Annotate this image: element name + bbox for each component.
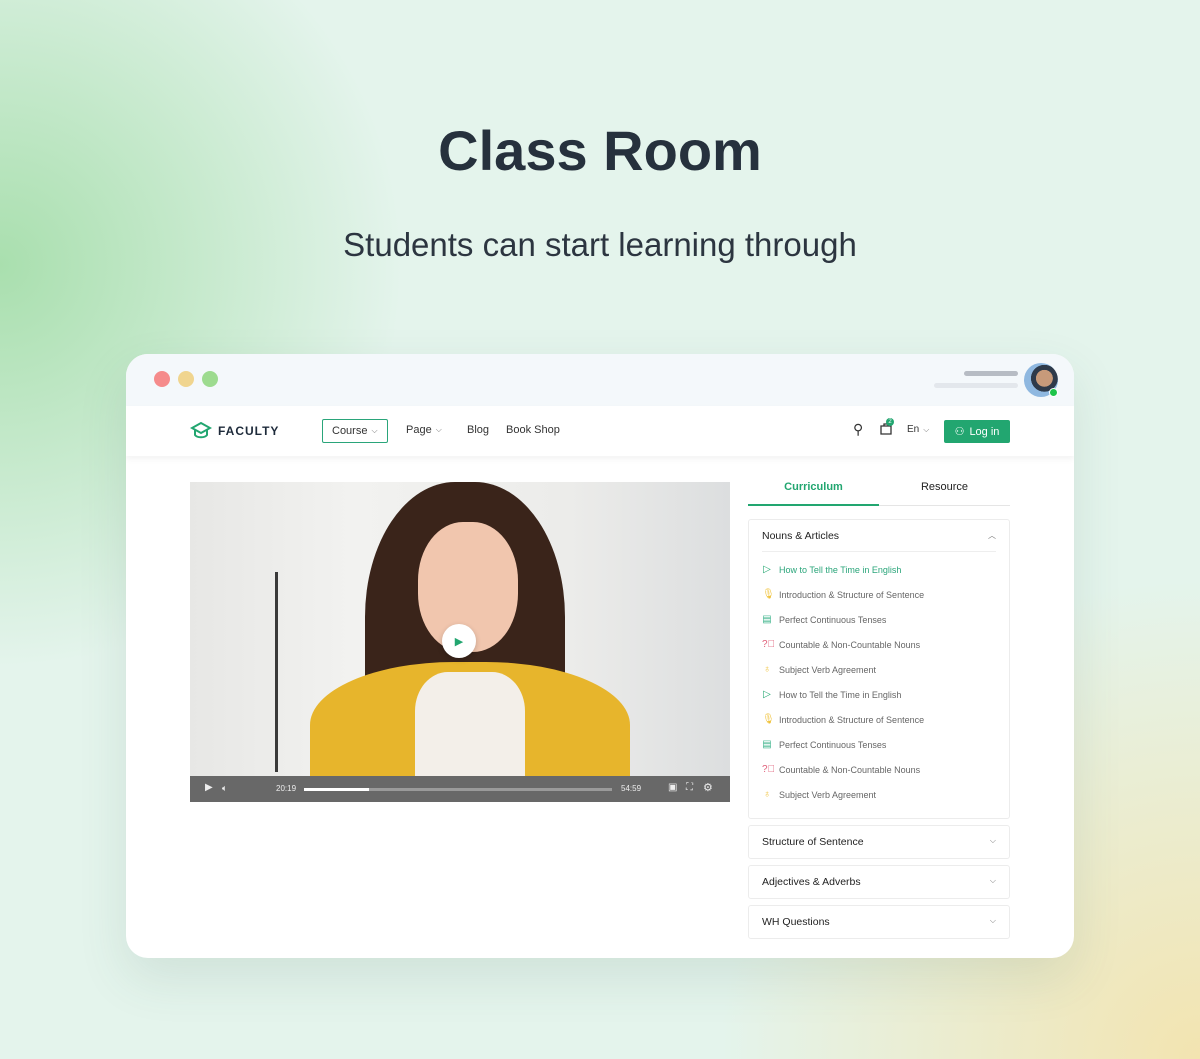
placeholder-bar xyxy=(934,383,1018,388)
video-player[interactable]: ▶ ▶ 🔈︎ 20:19 54:59 ▣ ⛶ ⚙ xyxy=(190,482,730,802)
language-label: En xyxy=(907,424,920,435)
minimize-window-dot[interactable] xyxy=(178,371,194,387)
lesson-item[interactable]: ▤ Perfect Continuous Tenses xyxy=(749,732,1009,757)
microphone-icon: 🎙︎ xyxy=(762,589,775,600)
section-title: Nouns & Articles xyxy=(762,530,840,542)
lesson-item[interactable]: ▤ Perfect Continuous Tenses xyxy=(749,607,1009,632)
nav-page-label: Page xyxy=(406,424,432,436)
cart-badge: 2 xyxy=(886,418,894,426)
lesson-item[interactable]: 🎙︎ Introduction & Structure of Sentence xyxy=(749,582,1009,607)
section-header[interactable]: Nouns & Articles ︿ xyxy=(762,520,996,552)
play-icon: ▷ xyxy=(763,564,771,575)
logo[interactable]: FACULTY xyxy=(190,421,279,441)
lesson-item[interactable]: 🎙︎ Introduction & Structure of Sentence xyxy=(749,707,1009,732)
navbar: FACULTY Course ⌵ Page ⌵ Blog Book Shop ⚲ 2… xyxy=(126,406,1074,456)
chevron-down-icon: ⌵ xyxy=(435,425,442,434)
lesson-title: Introduction & Structure of Sentence xyxy=(779,589,925,600)
section-title: WH Questions xyxy=(762,916,830,928)
tab-bar: Curriculum Resource xyxy=(748,472,1010,506)
user-icon: ⚇ xyxy=(954,426,965,438)
graduation-cap-icon xyxy=(190,421,212,439)
lesson-title: Perfect Continuous Tenses xyxy=(779,614,887,625)
lesson-title: Subject Verb Agreement xyxy=(779,789,877,800)
picture-in-picture-icon[interactable]: ▣ xyxy=(668,782,677,793)
brand-name: FACULTY xyxy=(218,424,280,438)
nav-course-label: Course xyxy=(332,425,368,437)
lesson-title: Perfect Continuous Tenses xyxy=(779,739,887,750)
section-wh-questions[interactable]: WH Questions ⌵ xyxy=(748,905,1010,939)
award-icon: ♁ xyxy=(763,789,771,800)
video-controls: ▶ 🔈︎ 20:19 54:59 ▣ ⛶ ⚙ xyxy=(190,776,730,802)
lesson-item[interactable]: ♁ Subject Verb Agreement xyxy=(749,782,1009,807)
lesson-item[interactable]: ▷ How to Tell the Time in English xyxy=(749,682,1009,707)
lesson-item[interactable]: ♁ Subject Verb Agreement xyxy=(749,657,1009,682)
current-time: 20:19 xyxy=(276,784,297,793)
section-title: Structure of Sentence xyxy=(762,836,864,848)
cart-icon[interactable]: 2 xyxy=(880,418,894,435)
lesson-title: How to Tell the Time in English xyxy=(779,564,902,575)
play-overlay-button[interactable]: ▶ xyxy=(442,624,476,658)
maximize-window-dot[interactable] xyxy=(202,371,218,387)
chevron-down-icon: ⌵ xyxy=(989,836,996,845)
chevron-down-icon: ⌵ xyxy=(989,916,996,925)
placeholder-bar xyxy=(964,371,1018,376)
progress-track[interactable] xyxy=(304,788,612,791)
section-structure-of-sentence[interactable]: Structure of Sentence ⌵ xyxy=(748,825,1010,859)
lesson-title: Subject Verb Agreement xyxy=(779,664,877,675)
question-icon: ?⃝ xyxy=(762,639,776,650)
chevron-down-icon: ⌵ xyxy=(371,426,378,435)
nav-blog[interactable]: Blog xyxy=(467,424,489,436)
duration: 54:59 xyxy=(621,784,642,793)
document-icon: ▤ xyxy=(762,739,772,750)
lesson-item[interactable]: ?⃝ Countable & Non-Countable Nouns xyxy=(749,757,1009,782)
lesson-item[interactable]: ?⃝ Countable & Non-Countable Nouns xyxy=(749,632,1009,657)
login-button[interactable]: ⚇ Log in xyxy=(944,420,1010,443)
hero-title: Class Room xyxy=(438,119,762,182)
title-bar xyxy=(126,354,1074,406)
lesson-title: How to Tell the Time in English xyxy=(779,689,902,700)
nav-book-shop[interactable]: Book Shop xyxy=(506,424,560,436)
award-icon: ♁ xyxy=(763,664,771,675)
lesson-title: Introduction & Structure of Sentence xyxy=(779,714,925,725)
lesson-title: Countable & Non-Countable Nouns xyxy=(779,639,921,650)
chevron-down-icon: ⌵ xyxy=(923,424,930,434)
microphone-icon: 🎙︎ xyxy=(762,714,775,725)
lesson-item[interactable]: ▷ How to Tell the Time in English xyxy=(749,557,1009,582)
section-title: Adjectives & Adverbs xyxy=(762,876,861,888)
section-adjectives-adverbs[interactable]: Adjectives & Adverbs ⌵ xyxy=(748,865,1010,899)
online-indicator xyxy=(1049,388,1058,397)
document-icon: ▤ xyxy=(762,614,772,625)
hero-subtitle: Students can start learning through xyxy=(343,226,857,263)
chevron-down-icon: ⌵ xyxy=(989,876,996,885)
language-select[interactable]: En ⌵ xyxy=(907,424,929,435)
search-icon[interactable]: ⚲ xyxy=(853,421,863,438)
question-icon: ?⃝ xyxy=(762,764,776,775)
close-window-dot[interactable] xyxy=(154,371,170,387)
login-label: Log in xyxy=(969,425,1000,438)
tab-resource[interactable]: Resource xyxy=(879,472,1010,506)
chevron-up-icon: ︿ xyxy=(988,531,996,540)
nav-course[interactable]: Course ⌵ xyxy=(322,419,388,443)
tab-curriculum[interactable]: Curriculum xyxy=(748,472,879,506)
nav-page[interactable]: Page ⌵ xyxy=(406,424,442,436)
fullscreen-icon[interactable]: ⛶ xyxy=(686,782,693,793)
play-icon[interactable]: ▶ xyxy=(205,782,213,793)
play-icon: ▷ xyxy=(763,689,771,700)
browser-window: FACULTY Course ⌵ Page ⌵ Blog Book Shop ⚲ 2… xyxy=(126,354,1074,958)
lesson-title: Countable & Non-Countable Nouns xyxy=(779,764,921,775)
settings-icon[interactable]: ⚙ xyxy=(703,781,713,794)
section-nouns-articles: Nouns & Articles ︿ ▷ How to Tell the Time … xyxy=(748,519,1010,819)
progress-fill xyxy=(304,788,369,791)
volume-icon[interactable]: 🔈︎ xyxy=(222,783,227,794)
